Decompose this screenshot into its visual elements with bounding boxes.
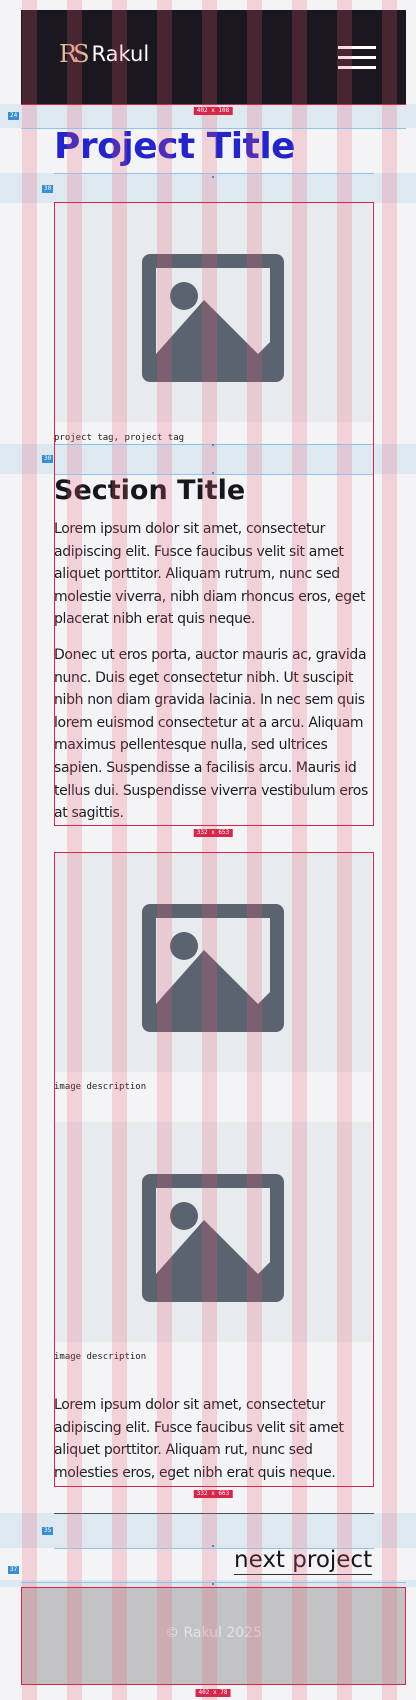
guide-dot: [212, 472, 214, 474]
dimension-label: 402 x 108: [193, 107, 233, 115]
spacer-band: [0, 444, 416, 474]
bbox-edge: [21, 1684, 406, 1685]
spacer-band: [0, 173, 416, 203]
next-project-link[interactable]: next project: [234, 1547, 373, 1575]
guide-dot: [212, 1583, 214, 1585]
image-placeholder-icon: [142, 254, 284, 382]
dimension-label: 332 x 663: [193, 1490, 233, 1498]
page-title: Project Title: [54, 126, 296, 167]
bbox-edge: [373, 852, 374, 1486]
image-placeholder-icon: [142, 904, 284, 1032]
guide-line: [21, 128, 406, 129]
site-footer: © Rakul 2025: [21, 1587, 406, 1684]
section-paragraph-1: Lorem ipsum dolor sit amet, consectetur …: [54, 521, 366, 628]
section-title: Section Title: [54, 475, 246, 506]
spacer-label: 37: [8, 1566, 20, 1574]
image-caption: image description: [54, 1082, 147, 1092]
bbox-edge: [405, 1587, 406, 1684]
bbox-edge: [54, 852, 55, 1486]
image-placeholder-icon: [142, 1174, 284, 1302]
hero-image: [54, 202, 372, 422]
dimension-label: 332 x 653: [193, 829, 233, 837]
bbox-edge: [54, 202, 374, 203]
site-header: RS Rakul: [21, 10, 406, 104]
bbox-edge: [54, 825, 374, 826]
bbox-edge: [54, 1486, 374, 1487]
hamburger-menu-icon[interactable]: [338, 46, 376, 70]
guide-dot: [212, 1545, 214, 1547]
guide-line: [54, 474, 374, 475]
spacer-band: [0, 1513, 416, 1548]
closing-paragraph: Lorem ipsum dolor sit amet, consectetur …: [54, 1397, 344, 1481]
guide-dot: [212, 176, 214, 178]
bbox-edge: [21, 104, 406, 105]
bbox-edge: [21, 1587, 22, 1684]
image-caption: image description: [54, 1352, 147, 1362]
brand-name: Rakul: [91, 42, 150, 66]
spacer-label: 35: [42, 1527, 54, 1535]
bbox-edge: [373, 202, 374, 825]
gallery-image-2: [54, 1122, 372, 1342]
guide-line: [54, 1548, 374, 1549]
brand-mark: RS: [59, 40, 89, 68]
guide-line: [54, 444, 374, 445]
gallery-image-1: [54, 852, 372, 1072]
spacer-label: 30: [42, 455, 54, 463]
dimension-label: 402 x 78: [195, 1689, 231, 1697]
spacer-label: 24: [8, 112, 20, 120]
guide-dot: [212, 444, 214, 446]
bbox-edge: [54, 852, 374, 853]
project-tags: project tag, project tag: [54, 433, 185, 443]
spacer-label: 30: [42, 185, 54, 193]
copyright-text: © Rakul 2025: [165, 1625, 262, 1641]
guide-line: [54, 173, 374, 174]
bbox-edge: [54, 202, 55, 825]
brand-logo[interactable]: RS Rakul: [59, 40, 149, 68]
section-paragraph-2: Donec ut eros porta, auctor mauris ac, g…: [54, 647, 368, 822]
bbox-edge: [21, 1587, 406, 1588]
